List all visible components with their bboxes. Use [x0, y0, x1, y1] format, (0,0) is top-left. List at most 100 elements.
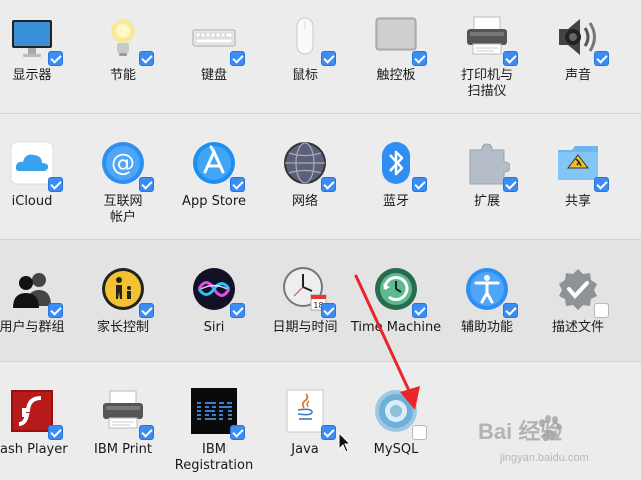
pref-pane-icon-wrap: 18: [282, 266, 336, 318]
pref-pane-icon-wrap: [100, 266, 154, 318]
pref-pane-label: 辅助功能: [460, 320, 513, 335]
pref-pane-label: iCloud: [11, 194, 53, 209]
pref-pane-profiles[interactable]: 描述文件: [532, 266, 624, 336]
pref-pane-accessibility[interactable]: 辅助功能: [441, 266, 533, 336]
visibility-checkbox-checked[interactable]: [139, 425, 154, 440]
pref-pane-icon-wrap: [9, 14, 63, 66]
visibility-checkbox-checked[interactable]: [48, 425, 63, 440]
pref-pane-label: IBM Registration: [174, 442, 254, 473]
pref-pane-displays[interactable]: 显示器: [0, 14, 78, 84]
pref-pane-users-groups[interactable]: 用户与群组: [0, 266, 78, 336]
pref-pane-app-store[interactable]: App Store: [168, 140, 260, 210]
pref-pane-label: 网络: [291, 194, 318, 209]
pref-pane-trackpad[interactable]: 触控板: [350, 14, 442, 84]
pref-pane-bluetooth[interactable]: 蓝牙: [350, 140, 442, 210]
visibility-checkbox-checked[interactable]: [503, 51, 518, 66]
pref-pane-icon-wrap: [100, 14, 154, 66]
pref-pane-label: MySQL: [373, 442, 419, 457]
visibility-checkbox-checked[interactable]: [412, 303, 427, 318]
visibility-checkbox-checked[interactable]: [321, 177, 336, 192]
pref-pane-icon-wrap: @: [100, 140, 154, 192]
visibility-checkbox-checked[interactable]: [321, 425, 336, 440]
pref-pane-icon-wrap: [555, 140, 609, 192]
pref-pane-energy-saver[interactable]: 节能: [77, 14, 169, 84]
visibility-checkbox-checked[interactable]: [412, 177, 427, 192]
pref-pane-label: 节能: [109, 68, 136, 83]
pref-pane-printers[interactable]: 打印机与 扫描仪: [441, 14, 533, 100]
pref-pane-label: 日期与时间: [272, 320, 338, 335]
visibility-checkbox-checked[interactable]: [321, 303, 336, 318]
visibility-checkbox-unchecked[interactable]: [412, 425, 427, 440]
visibility-checkbox-checked[interactable]: [412, 51, 427, 66]
pref-pane-label: 触控板: [376, 68, 416, 83]
pref-pane-keyboard[interactable]: 键盘: [168, 14, 260, 84]
pref-pane-extensions[interactable]: 扩展: [441, 140, 533, 210]
visibility-checkbox-checked[interactable]: [230, 425, 245, 440]
pref-pane-mysql[interactable]: MySQL: [350, 388, 442, 458]
visibility-checkbox-checked[interactable]: [230, 303, 245, 318]
pref-pane-label: 鼠标: [291, 68, 318, 83]
pref-pane-label: 互联网 帐户: [103, 194, 143, 225]
pref-pane-icon-wrap: [191, 140, 245, 192]
pref-pane-ibm-print[interactable]: IBM Print: [77, 388, 169, 458]
pref-pane-siri[interactable]: Siri: [168, 266, 260, 336]
baidu-watermark: Bai 经验 jingyan.baidu.com: [478, 410, 638, 472]
pref-pane-date-time[interactable]: 18 日期与时间: [259, 266, 351, 336]
pref-pane-label: 声音: [564, 68, 591, 83]
pref-pane-sound[interactable]: 声音: [532, 14, 624, 84]
pref-pane-label: 打印机与 扫描仪: [460, 68, 513, 99]
visibility-checkbox-checked[interactable]: [503, 303, 518, 318]
pref-pane-label: App Store: [182, 194, 246, 209]
pref-pane-icon-wrap: [9, 140, 63, 192]
pref-pane-flash-player[interactable]: lash Player: [0, 388, 78, 458]
pref-pane-icon-wrap: [464, 14, 518, 66]
pref-pane-label: 扩展: [473, 194, 500, 209]
mouse-cursor-icon: [338, 432, 352, 453]
visibility-checkbox-checked[interactable]: [139, 51, 154, 66]
pref-pane-network[interactable]: 网络: [259, 140, 351, 210]
visibility-checkbox-checked[interactable]: [503, 177, 518, 192]
svg-text:@: @: [111, 149, 135, 177]
visibility-checkbox-unchecked[interactable]: [594, 303, 609, 318]
pref-pane-label: 蓝牙: [382, 194, 409, 209]
pref-pane-label: 显示器: [12, 68, 52, 83]
pref-pane-icon-wrap: [373, 14, 427, 66]
pref-pane-icon-wrap: [464, 140, 518, 192]
pref-pane-icon-wrap: [555, 14, 609, 66]
visibility-checkbox-checked[interactable]: [230, 177, 245, 192]
pref-pane-label: 描述文件: [551, 320, 604, 335]
pref-pane-sharing[interactable]: 共享: [532, 140, 624, 210]
pref-pane-label: Siri: [203, 320, 225, 335]
visibility-checkbox-checked[interactable]: [230, 51, 245, 66]
watermark-text: Bai 经验: [478, 419, 563, 444]
pref-pane-label: 键盘: [200, 68, 227, 83]
pref-pane-icon-wrap: [9, 266, 63, 318]
pref-pane-icon-wrap: [373, 140, 427, 192]
pref-pane-icon-wrap: [373, 388, 427, 440]
pref-pane-icon-wrap: [191, 14, 245, 66]
pref-pane-parental-controls[interactable]: 家长控制: [77, 266, 169, 336]
pref-pane-label: 用户与群组: [0, 320, 65, 335]
pref-pane-icon-wrap: [555, 266, 609, 318]
pref-pane-icloud[interactable]: iCloud: [0, 140, 78, 210]
visibility-checkbox-checked[interactable]: [48, 51, 63, 66]
visibility-checkbox-checked[interactable]: [594, 51, 609, 66]
pref-pane-icon-wrap: [464, 266, 518, 318]
pref-pane-internet-accounts[interactable]: @ 互联网 帐户: [77, 140, 169, 226]
pref-pane-icon-wrap: [100, 388, 154, 440]
watermark-url: jingyan.baidu.com: [500, 452, 589, 464]
visibility-checkbox-checked[interactable]: [48, 303, 63, 318]
pref-pane-label: Time Machine: [350, 320, 442, 335]
pref-pane-label: lash Player: [0, 442, 68, 457]
pref-pane-icon-wrap: [9, 388, 63, 440]
pref-pane-ibm-registration[interactable]: IBM Registration: [168, 388, 260, 474]
pref-pane-label: 家长控制: [96, 320, 149, 335]
visibility-checkbox-checked[interactable]: [139, 303, 154, 318]
pref-pane-time-machine[interactable]: Time Machine: [350, 266, 442, 336]
visibility-checkbox-checked[interactable]: [321, 51, 336, 66]
pref-pane-icon-wrap: [191, 388, 245, 440]
visibility-checkbox-checked[interactable]: [594, 177, 609, 192]
visibility-checkbox-checked[interactable]: [48, 177, 63, 192]
pref-pane-mouse[interactable]: 鼠标: [259, 14, 351, 84]
visibility-checkbox-checked[interactable]: [139, 177, 154, 192]
